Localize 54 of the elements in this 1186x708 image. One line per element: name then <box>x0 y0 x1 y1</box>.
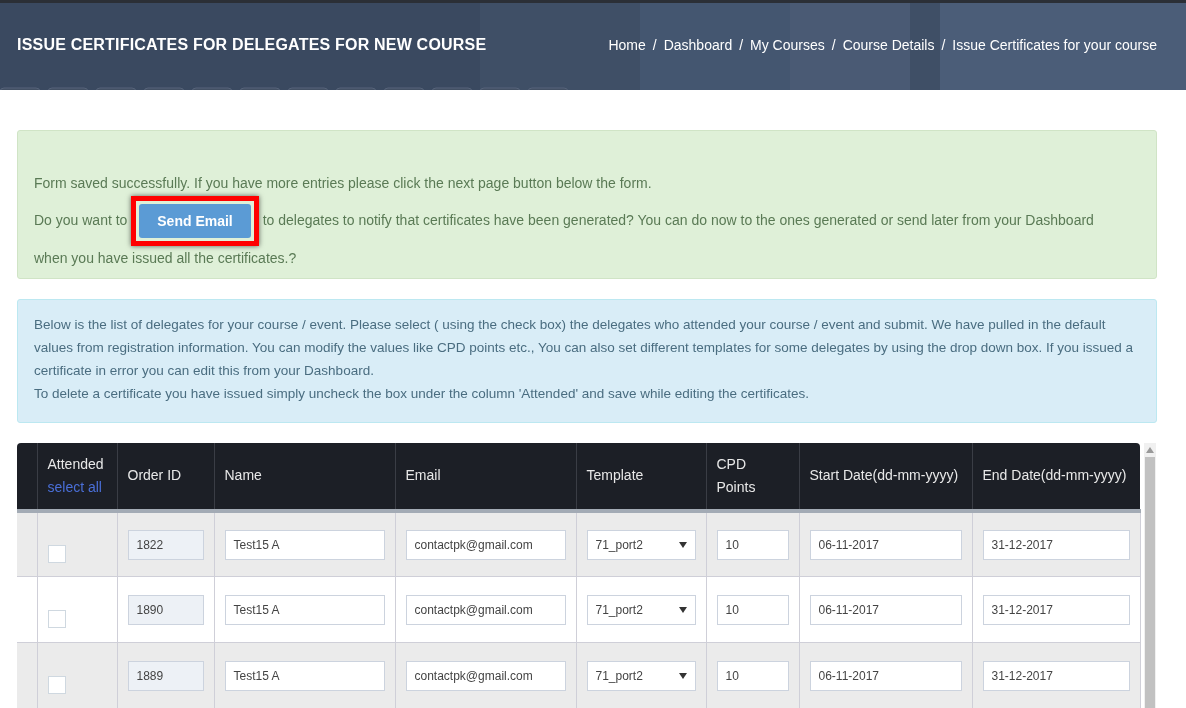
order-id-field[interactable]: 1822 <box>127 529 204 560</box>
cpd-points-field[interactable]: 10 <box>716 660 789 691</box>
column-header: Name <box>224 467 262 484</box>
info-text: Below is the list of delegates for your course / event. Please select ( using the check box) the delegates who attended your course / event and submit. We have pulled in the default values from registration information. You can modify the values like CPD points etc., You can also set different templates for some delegates by using the drop down box. If you issued a certificate in error you can edit this from your Dashboard. <box>34 316 1135 380</box>
success-message: Form saved successfully. If you have more entries please click the next page button below the form. <box>34 174 653 193</box>
attended-checkbox[interactable] <box>47 545 66 563</box>
column-header: Start Date(dd-mm-yyyy) <box>809 467 959 484</box>
attended-checkbox[interactable] <box>47 610 66 629</box>
column-header: CPD Points <box>716 455 756 495</box>
email-field[interactable]: contactpk@gmail.com <box>405 594 566 625</box>
name-field[interactable]: Test15 A <box>224 660 385 691</box>
name-field[interactable]: Test15 A <box>224 594 385 625</box>
column-header: Email <box>405 467 441 484</box>
caret-icon <box>678 606 687 613</box>
breadcrumb-separator: / <box>739 37 744 53</box>
order-id-field[interactable]: 1889 <box>127 660 204 691</box>
breadcrumb-separator: / <box>831 37 836 53</box>
breadcrumb-link[interactable]: Dashboard <box>663 37 733 53</box>
order-id-field[interactable]: 1890 <box>127 594 204 625</box>
template-dropdown[interactable]: 71_port2 <box>586 594 696 625</box>
page-title: ISSUE CERTIFICATES FOR DELEGATES FOR NEW COURSE <box>17 36 487 54</box>
caret-icon <box>678 541 687 548</box>
column-header: Attended <box>47 455 104 472</box>
column-header: End Date(dd-mm-yyyy) <box>982 467 1127 484</box>
start-date-field[interactable]: 06-11-2017 <box>809 594 962 625</box>
cpd-points-field[interactable]: 10 <box>716 529 789 560</box>
attended-checkbox[interactable] <box>47 676 66 695</box>
scrollbar[interactable] <box>1143 442 1156 708</box>
breadcrumb-link[interactable]: Issue Certificates for your course <box>952 37 1157 53</box>
prompt-text: when you have issued all the certificates.? <box>34 248 298 268</box>
breadcrumb-separator: / <box>941 37 946 53</box>
end-date-field[interactable]: 31-12-2017 <box>982 594 1130 625</box>
column-header: Order ID <box>127 467 182 484</box>
email-field[interactable]: contactpk@gmail.com <box>405 660 566 691</box>
start-date-field[interactable]: 06-11-2017 <box>809 660 962 691</box>
breadcrumb-link[interactable]: My Courses <box>750 37 825 53</box>
caret-icon <box>678 672 687 679</box>
breadcrumb-link[interactable]: Course Details <box>842 37 935 53</box>
start-date-field[interactable]: 06-11-2017 <box>809 529 962 560</box>
scroll-up-icon[interactable] <box>1145 446 1154 453</box>
template-dropdown[interactable]: 71_port2 <box>586 660 696 691</box>
prompt-text: to delegates to notify that certificates have been generated? You can do now to the ones generated or send later from your Dashboard <box>262 211 1094 228</box>
end-date-field[interactable]: 31-12-2017 <box>982 529 1130 560</box>
name-field[interactable]: Test15 A <box>224 529 385 560</box>
prompt-text: Do you want to <box>34 211 128 228</box>
email-field[interactable]: contactpk@gmail.com <box>405 529 566 560</box>
breadcrumb-separator: / <box>652 37 657 53</box>
breadcrumb-link[interactable]: Home <box>608 37 646 53</box>
column-header: Template <box>586 467 644 484</box>
template-dropdown[interactable]: 71_port2 <box>586 529 696 560</box>
info-text: To delete a certificate you have issued simply uncheck the box under the column 'Attended' and save while editing the certificates. <box>34 384 811 403</box>
end-date-field[interactable]: 31-12-2017 <box>982 660 1130 691</box>
cpd-points-field[interactable]: 10 <box>716 594 789 625</box>
select-all-link[interactable]: select all <box>47 475 102 499</box>
